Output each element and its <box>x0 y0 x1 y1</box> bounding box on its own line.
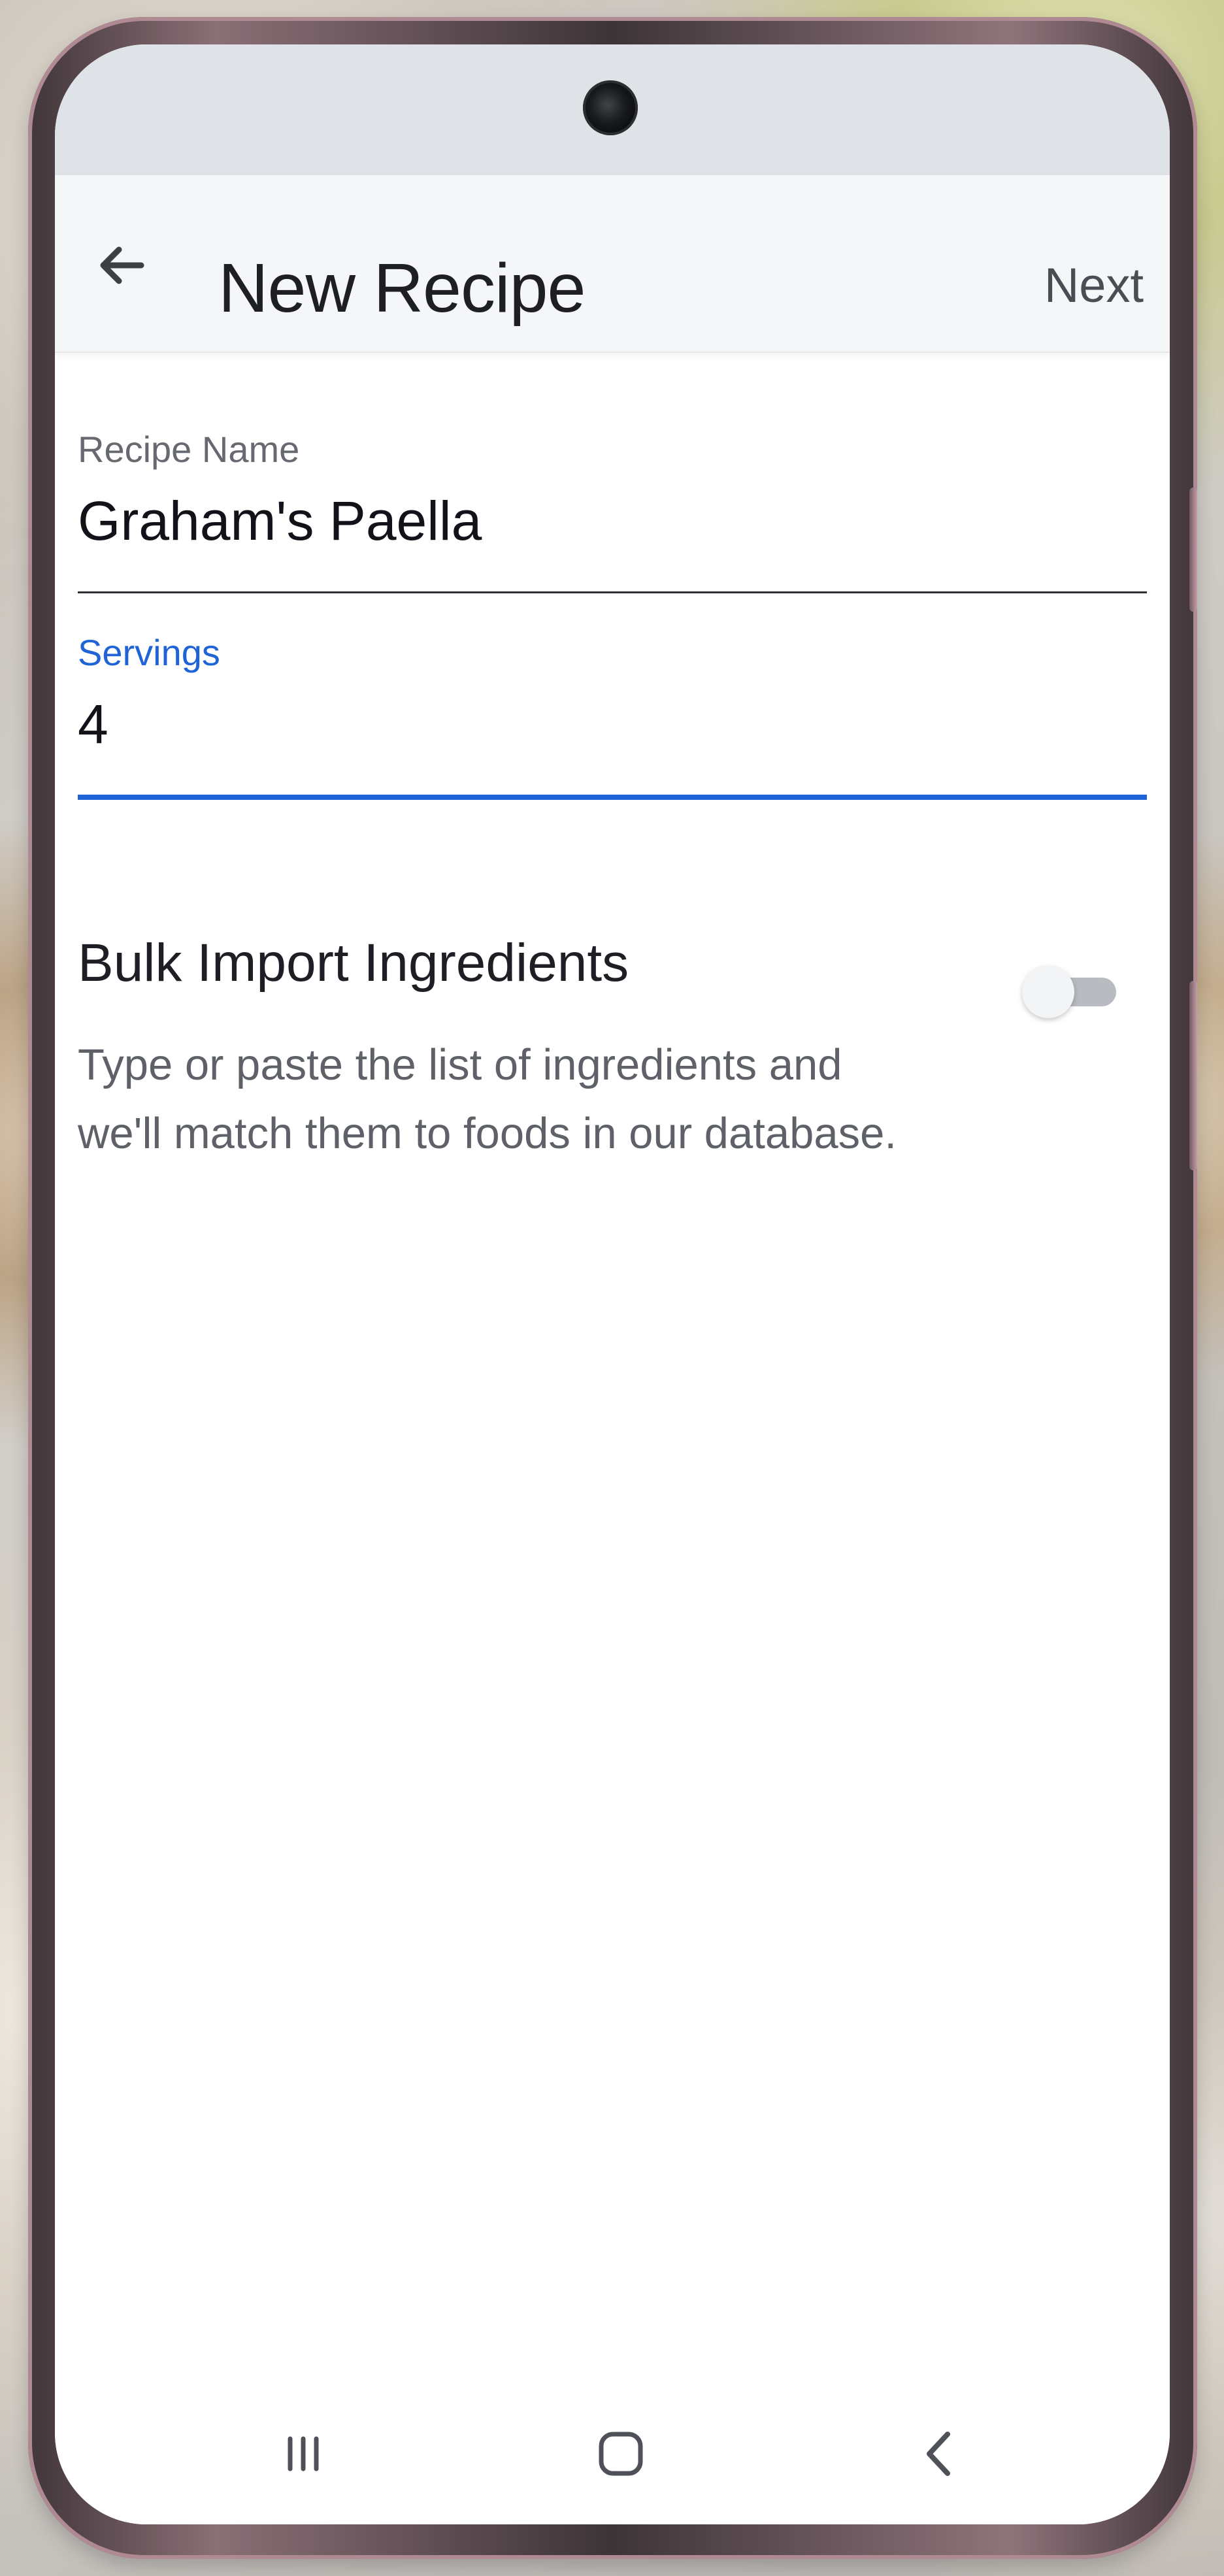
phone-side-button <box>1189 487 1197 612</box>
chevron-left-icon <box>927 2432 950 2476</box>
next-button[interactable]: Next <box>1044 261 1144 310</box>
front-camera <box>583 80 638 135</box>
home-button[interactable] <box>582 2415 660 2493</box>
bulk-import-description: Type or paste the list of ingredients an… <box>78 1040 897 1158</box>
arrow-left-icon <box>100 246 144 284</box>
system-back-button[interactable] <box>901 2415 980 2493</box>
recipe-name-input[interactable]: Graham's Paella <box>78 491 1147 552</box>
bulk-import-title: Bulk Import Ingredients <box>78 933 629 993</box>
app-screen: New Recipe Next Recipe Name Graham's Pae… <box>55 44 1170 2524</box>
servings-label: Servings <box>78 632 220 673</box>
phone-side-button <box>1189 981 1197 1170</box>
home-icon <box>599 2432 643 2476</box>
recipe-name-label: Recipe Name <box>78 429 300 470</box>
recipe-name-field[interactable]: Recipe Name Graham's Paella <box>78 431 1147 598</box>
back-button[interactable] <box>82 226 161 305</box>
servings-field[interactable]: Servings 4 <box>78 635 1147 801</box>
page-title: New Recipe <box>218 250 586 327</box>
recents-button[interactable] <box>264 2415 342 2493</box>
servings-input[interactable]: 4 <box>78 694 1147 755</box>
app-bar: New Recipe Next <box>55 175 1170 353</box>
toggle-thumb <box>1022 966 1074 1018</box>
recipe-name-underline <box>78 591 1147 593</box>
servings-underline <box>78 795 1147 800</box>
bulk-import-toggle[interactable] <box>1022 959 1117 1025</box>
system-navigation-bar <box>55 2381 1170 2524</box>
recents-icon <box>288 2436 319 2471</box>
